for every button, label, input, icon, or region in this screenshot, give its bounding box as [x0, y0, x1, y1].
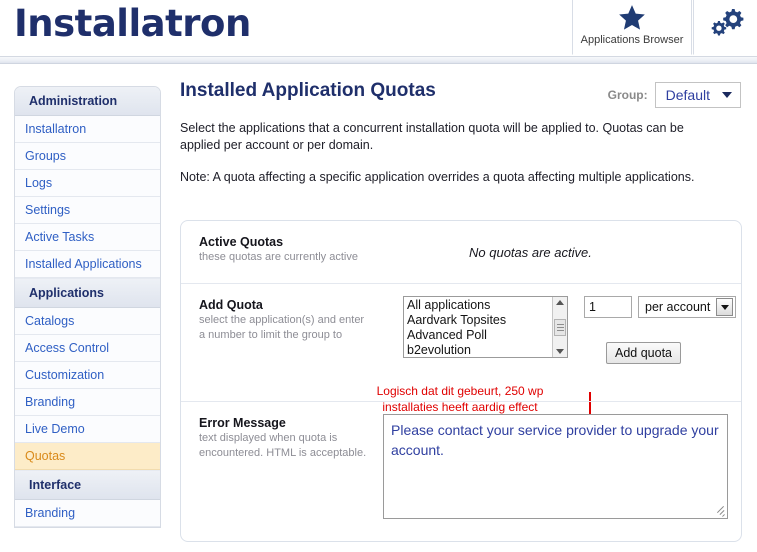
app-header: Installatron Applications Browser — [0, 0, 757, 57]
scrollbar-thumb[interactable] — [554, 318, 566, 336]
scroll-down-arrow-icon[interactable] — [556, 349, 564, 354]
add-quota-button[interactable]: Add quota — [606, 342, 681, 364]
sidebar-item-installatron[interactable]: Installatron — [15, 116, 160, 143]
chevron-down-icon — [722, 92, 732, 98]
error-message-label: Error Message text displayed when quota … — [199, 416, 389, 460]
list-item[interactable]: Aardvark Topsites — [407, 313, 552, 328]
group-select-value: Default — [665, 87, 710, 103]
sidebar-item-installed-applications[interactable]: Installed Applications — [15, 251, 160, 278]
sidebar-section-administration: Administration — [15, 87, 160, 116]
error-message-textarea[interactable]: Please contact your service provider to … — [383, 414, 728, 519]
page-description: Select the applications that a concurren… — [180, 121, 684, 152]
tab-applications-browser-label: Applications Browser — [580, 34, 684, 46]
header-divider — [0, 56, 757, 64]
application-listbox-options: All applications Aardvark Topsites Advan… — [404, 297, 552, 357]
add-quota-row: Add Quota select the application(s) and … — [181, 283, 741, 448]
add-quota-label: Add Quota select the application(s) and … — [199, 298, 389, 342]
quota-scope-value: per account — [645, 300, 711, 314]
sidebar-section-interface: Interface — [15, 470, 160, 500]
sidebar-item-settings[interactable]: Settings — [15, 197, 160, 224]
active-quotas-title: Active Quotas — [199, 235, 284, 249]
active-quotas-label: Active Quotas these quotas are currently… — [199, 235, 389, 264]
group-selector-area: Group: Default — [608, 82, 741, 108]
scroll-up-arrow-icon[interactable] — [556, 300, 564, 305]
sidebar-item-branding[interactable]: Branding — [15, 389, 160, 416]
sidebar-item-live-demo[interactable]: Live Demo — [15, 416, 160, 443]
tab-applications-browser[interactable]: Applications Browser — [572, 0, 692, 55]
sidebar-section-applications: Applications — [15, 278, 160, 308]
list-item[interactable]: All applications — [407, 298, 552, 313]
page-note: Note: A quota affecting a specific appli… — [180, 170, 695, 184]
group-label: Group: — [607, 88, 648, 102]
error-message-row: Error Message text displayed when quota … — [181, 401, 741, 541]
main-content: Installed Application Quotas Group: Defa… — [180, 80, 742, 186]
sidebar-item-interface-branding[interactable]: Branding — [15, 500, 160, 527]
add-quota-title: Add Quota — [199, 298, 263, 312]
quota-scope-select[interactable]: per account — [638, 296, 737, 318]
error-message-title: Error Message — [199, 416, 286, 430]
gears-icon — [711, 9, 743, 36]
page-title: Installed Application Quotas — [180, 80, 436, 101]
add-quota-subtitle-1: select the application(s) and enter — [199, 314, 365, 326]
dropdown-button[interactable] — [716, 298, 734, 316]
sidebar-item-quotas[interactable]: Quotas — [15, 443, 160, 470]
list-item[interactable]: Advanced Poll — [407, 328, 552, 343]
active-quotas-status: No quotas are active. — [469, 245, 592, 260]
sidebar-item-groups[interactable]: Groups — [15, 143, 160, 170]
sidebar-item-customization[interactable]: Customization — [15, 362, 160, 389]
textarea-resize-handle[interactable] — [715, 505, 725, 517]
sidebar-item-access-control[interactable]: Access Control — [15, 335, 160, 362]
star-icon — [619, 5, 645, 30]
add-quota-subtitle-2: a number to limit the group to — [199, 329, 343, 341]
sidebar-item-catalogs[interactable]: Catalogs — [15, 308, 160, 335]
listbox-scrollbar[interactable] — [552, 297, 567, 357]
error-message-subtitle-2: encountered. HTML is acceptable. — [199, 447, 367, 459]
error-message-subtitle-1: text displayed when quota is — [199, 432, 338, 444]
sidebar-item-active-tasks[interactable]: Active Tasks — [15, 224, 160, 251]
sidebar-nav: Administration Installatron Groups Logs … — [14, 86, 161, 528]
installatron-logo: Installatron — [14, 2, 251, 45]
tab-settings-gears[interactable] — [693, 0, 757, 55]
list-item[interactable]: b2evolution — [407, 343, 552, 357]
sidebar-item-logs[interactable]: Logs — [15, 170, 160, 197]
quota-quantity-input[interactable] — [584, 296, 632, 318]
active-quotas-row: Active Quotas these quotas are currently… — [181, 221, 741, 283]
active-quotas-subtitle: these quotas are currently active — [199, 251, 358, 263]
group-select[interactable]: Default — [654, 82, 741, 108]
quotas-panel: Active Quotas these quotas are currently… — [180, 220, 742, 542]
application-listbox[interactable]: All applications Aardvark Topsites Advan… — [403, 296, 568, 358]
